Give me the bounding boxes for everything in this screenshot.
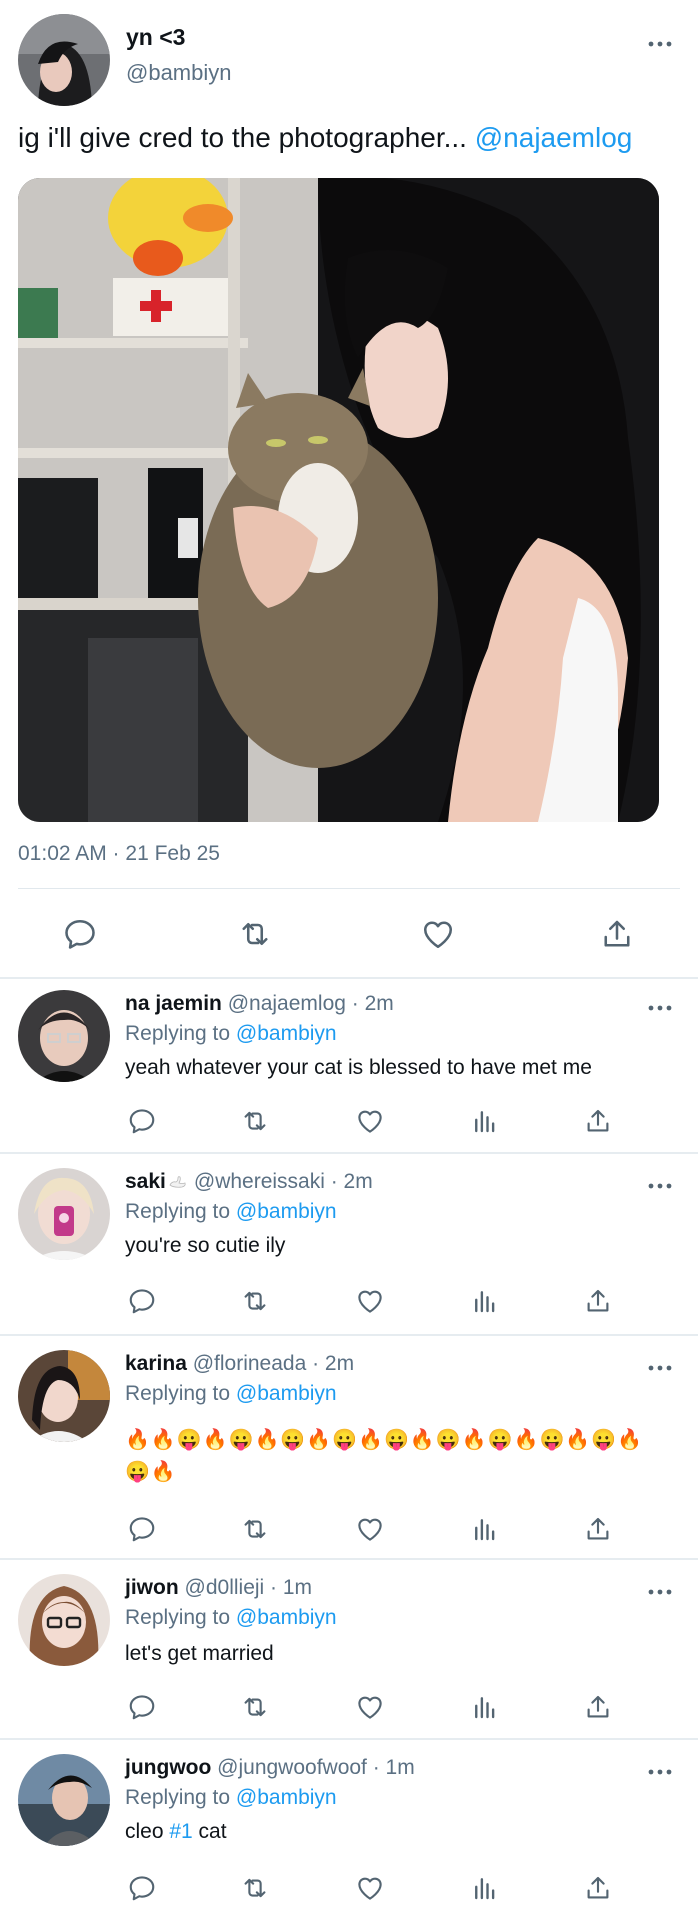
more-options-icon[interactable] (648, 1768, 672, 1776)
swan-emoji-icon (169, 1176, 186, 1189)
tweet-body: ig i'll give cred to the photographer... (18, 122, 475, 153)
reply-meta: @whereissaki · 2m (193, 1170, 373, 1193)
retweet-icon[interactable] (240, 1692, 270, 1722)
like-icon[interactable] (355, 1106, 385, 1136)
replying-label: Replying to (125, 1382, 236, 1405)
reply-text: you're so cutie ily (125, 1234, 286, 1257)
reply-text-part: cleo (125, 1820, 170, 1843)
replying-to: Replying to @bambiyn (125, 1786, 337, 1810)
reply-item[interactable]: jiwon @d0llieji · 1m Replying to @bambiy… (0, 1560, 698, 1738)
author-handle[interactable]: @bambiyn (126, 60, 232, 86)
replying-label: Replying to (125, 1786, 236, 1809)
replying-label: Replying to (125, 1022, 236, 1045)
reply-item[interactable]: saki @whereissaki · 2m Replying to @bambi… (0, 1154, 698, 1334)
reply-text-part: cat (192, 1820, 227, 1843)
views-icon[interactable] (470, 1873, 500, 1903)
reply-emoji-line: 😛🔥 (125, 1461, 177, 1483)
like-icon[interactable] (355, 1514, 385, 1544)
reply-header: karina @florineada · 2m (125, 1352, 354, 1376)
replying-to-handle[interactable]: @bambiyn (236, 1606, 337, 1629)
reply-item[interactable]: na jaemin @najaemlog · 2m Replying to @b… (0, 978, 698, 1152)
reply-item[interactable]: jungwoo @jungwoofwoof · 1m Replying to @… (0, 1740, 698, 1920)
tweet-timestamp: 01:02 AM · 21 Feb 25 (18, 842, 220, 865)
replying-to-handle[interactable]: @bambiyn (236, 1382, 337, 1405)
more-options-icon[interactable] (648, 1004, 672, 1012)
share-icon[interactable] (583, 1106, 613, 1136)
retweet-icon[interactable] (240, 1873, 270, 1903)
reply-icon[interactable] (127, 1106, 157, 1136)
reply-icon[interactable] (127, 1514, 157, 1544)
like-icon[interactable] (355, 1692, 385, 1722)
replying-to: Replying to @bambiyn (125, 1022, 337, 1046)
reply-author-name[interactable]: karina (125, 1352, 187, 1375)
mention-link[interactable]: @najaemlog (475, 122, 633, 153)
like-icon[interactable] (355, 1873, 385, 1903)
tweet-text: ig i'll give cred to the photographer...… (18, 122, 632, 154)
reply-header: jungwoo @jungwoofwoof · 1m (125, 1756, 415, 1780)
share-icon[interactable] (583, 1692, 613, 1722)
reply-item[interactable]: karina @florineada · 2m Replying to @bam… (0, 1336, 698, 1558)
replying-to: Replying to @bambiyn (125, 1200, 337, 1224)
hashtag-link[interactable]: #1 (169, 1820, 192, 1843)
reply-text: let's get married (125, 1642, 274, 1665)
reply-emoji-line: 🔥🔥😛🔥😛🔥😛🔥😛🔥😛🔥😛🔥😛🔥😛🔥😛🔥 (125, 1429, 644, 1451)
views-icon[interactable] (470, 1692, 500, 1722)
replying-to-handle[interactable]: @bambiyn (236, 1786, 337, 1809)
reply-header: saki @whereissaki · 2m (125, 1170, 373, 1194)
reply-author-name[interactable]: jiwon (125, 1576, 179, 1599)
reply-author-name[interactable]: jungwoo (125, 1756, 211, 1779)
replying-label: Replying to (125, 1606, 236, 1629)
main-tweet: yn <3 @bambiyn ig i'll give cred to the … (0, 0, 698, 978)
avatar[interactable] (18, 1168, 110, 1260)
tweet-photo[interactable] (18, 178, 659, 822)
more-options-icon[interactable] (648, 1364, 672, 1372)
reply-text: cleo #1 cat (125, 1820, 227, 1844)
like-icon[interactable] (355, 1286, 385, 1316)
replying-label: Replying to (125, 1200, 236, 1223)
reply-meta: @florineada · 2m (192, 1352, 355, 1375)
reply-header: jiwon @d0llieji · 1m (125, 1576, 312, 1600)
more-options-icon[interactable] (648, 1182, 672, 1190)
reply-icon[interactable] (127, 1286, 157, 1316)
divider (18, 888, 680, 889)
reply-author-name[interactable]: saki (125, 1170, 166, 1193)
share-icon[interactable] (583, 1873, 613, 1903)
share-icon[interactable] (583, 1514, 613, 1544)
replying-to: Replying to @bambiyn (125, 1382, 337, 1406)
reply-text: yeah whatever your cat is blessed to hav… (125, 1056, 592, 1079)
reply-icon[interactable] (62, 916, 98, 952)
more-options-icon[interactable] (648, 40, 672, 48)
retweet-icon[interactable] (240, 1106, 270, 1136)
reply-icon[interactable] (127, 1873, 157, 1903)
replying-to-handle[interactable]: @bambiyn (236, 1022, 337, 1045)
like-icon[interactable] (420, 916, 456, 952)
share-icon[interactable] (599, 916, 635, 952)
reply-meta: @d0llieji · 1m (184, 1576, 313, 1599)
retweet-icon[interactable] (240, 1514, 270, 1544)
views-icon[interactable] (470, 1514, 500, 1544)
author-avatar[interactable] (18, 14, 110, 106)
reply-author-name[interactable]: na jaemin (125, 992, 222, 1015)
retweet-icon[interactable] (237, 916, 273, 952)
views-icon[interactable] (470, 1106, 500, 1136)
more-options-icon[interactable] (648, 1588, 672, 1596)
share-icon[interactable] (583, 1286, 613, 1316)
avatar[interactable] (18, 990, 110, 1082)
reply-meta: @najaemlog · 2m (227, 992, 394, 1015)
author-name[interactable]: yn <3 (126, 24, 185, 51)
reply-meta: @jungwoofwoof · 1m (217, 1756, 415, 1779)
reply-icon[interactable] (127, 1692, 157, 1722)
replying-to: Replying to @bambiyn (125, 1606, 337, 1630)
avatar[interactable] (18, 1574, 110, 1666)
replying-to-handle[interactable]: @bambiyn (236, 1200, 337, 1223)
views-icon[interactable] (470, 1286, 500, 1316)
avatar[interactable] (18, 1350, 110, 1442)
retweet-icon[interactable] (240, 1286, 270, 1316)
reply-header: na jaemin @najaemlog · 2m (125, 992, 394, 1016)
avatar[interactable] (18, 1754, 110, 1846)
